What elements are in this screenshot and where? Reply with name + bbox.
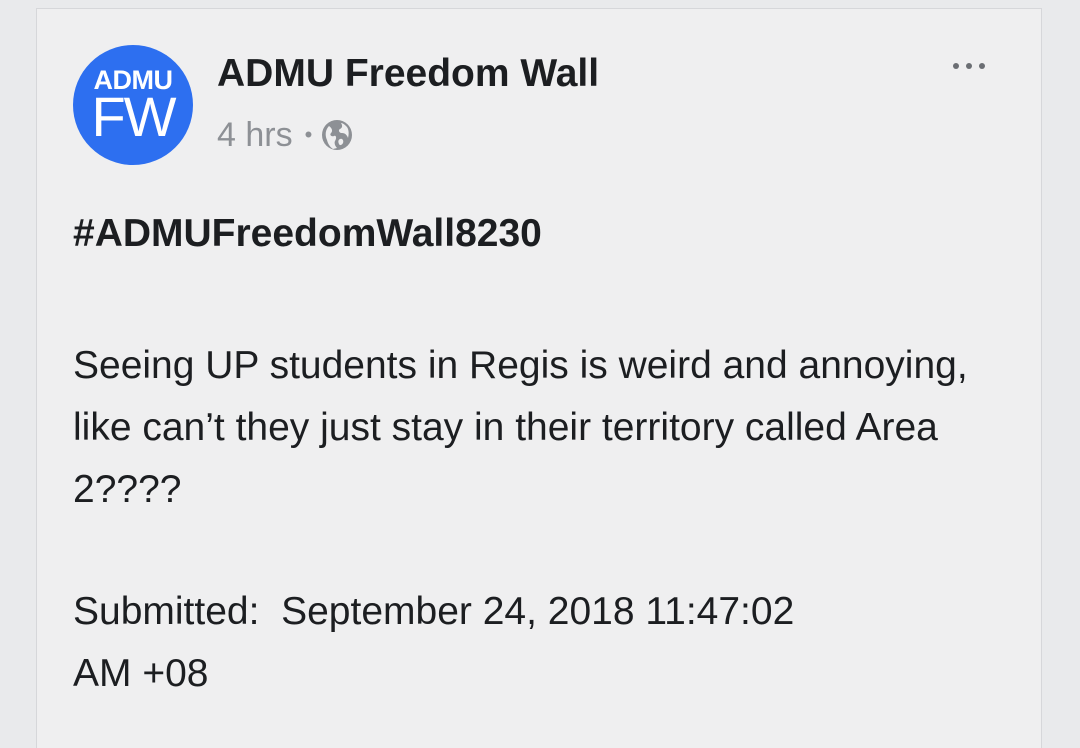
post-hashtag[interactable]: #ADMUFreedomWall8230 — [73, 211, 542, 257]
post-card: ADMU FW ADMU Freedom Wall 4 hrs • #ADMUF… — [36, 8, 1042, 748]
post-meta: 4 hrs • — [217, 115, 354, 155]
more-dot — [979, 63, 985, 69]
submitted-line-2: AM +08 — [73, 652, 209, 695]
post-submitted: Submitted: September 24, 2018 11:47:02 AM… — [73, 581, 993, 705]
page-avatar[interactable]: ADMU FW — [73, 45, 193, 165]
avatar-bottom-text: FW — [91, 85, 176, 148]
globe-icon — [322, 120, 353, 150]
more-options-button[interactable] — [953, 63, 985, 69]
more-dot — [953, 63, 959, 69]
meta-separator: • — [304, 122, 313, 147]
page-name-link[interactable]: ADMU Freedom Wall — [217, 51, 599, 97]
more-dot — [966, 63, 972, 69]
post-body: Seeing UP students in Regis is weird and… — [73, 344, 968, 511]
post-time[interactable]: 4 hrs — [217, 115, 293, 155]
submitted-line-1: Submitted: September 24, 2018 11:47:02 — [73, 590, 795, 633]
